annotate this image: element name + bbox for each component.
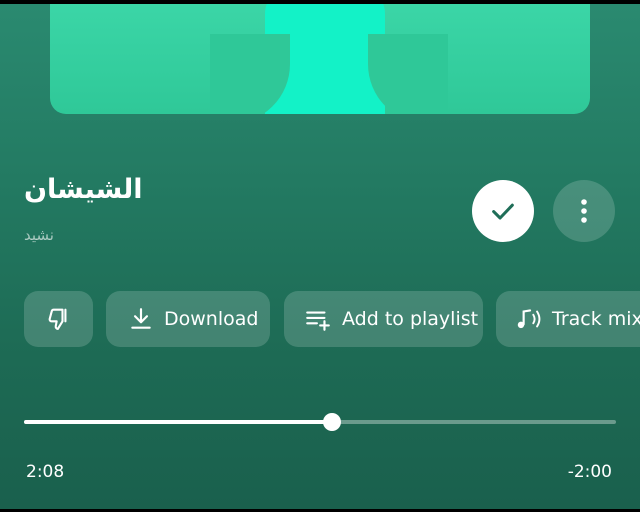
dislike-button[interactable]	[24, 291, 93, 347]
check-icon	[492, 203, 514, 220]
download-label: Download	[164, 308, 259, 330]
add-to-playlist-icon	[306, 311, 330, 331]
more-options-button[interactable]	[553, 180, 615, 242]
saved-to-library-button[interactable]	[472, 180, 534, 242]
now-playing-screen: الشيشان نشيد Download Add to playlist Tr…	[0, 4, 640, 509]
track-title: الشيشان	[24, 174, 143, 205]
seek-bar[interactable]	[24, 413, 616, 431]
download-icon	[131, 308, 151, 329]
track-mix-icon	[517, 309, 541, 329]
track-mix-label: Track mix	[552, 308, 640, 330]
add-to-playlist-label: Add to playlist	[342, 308, 479, 330]
album-artwork	[50, 4, 590, 114]
seek-bar-thumb[interactable]	[322, 413, 341, 431]
track-artist[interactable]: نشيد	[24, 226, 54, 244]
thumbs-down-icon	[48, 308, 66, 330]
seek-bar-progress	[24, 420, 332, 424]
remaining-time: -2:00	[567, 462, 612, 482]
more-vertical-icon	[581, 199, 587, 223]
elapsed-time: 2:08	[26, 462, 65, 482]
track-mix-button[interactable]: Track mix	[496, 291, 640, 347]
add-to-playlist-button[interactable]: Add to playlist	[284, 291, 483, 347]
download-button[interactable]: Download	[106, 291, 270, 347]
